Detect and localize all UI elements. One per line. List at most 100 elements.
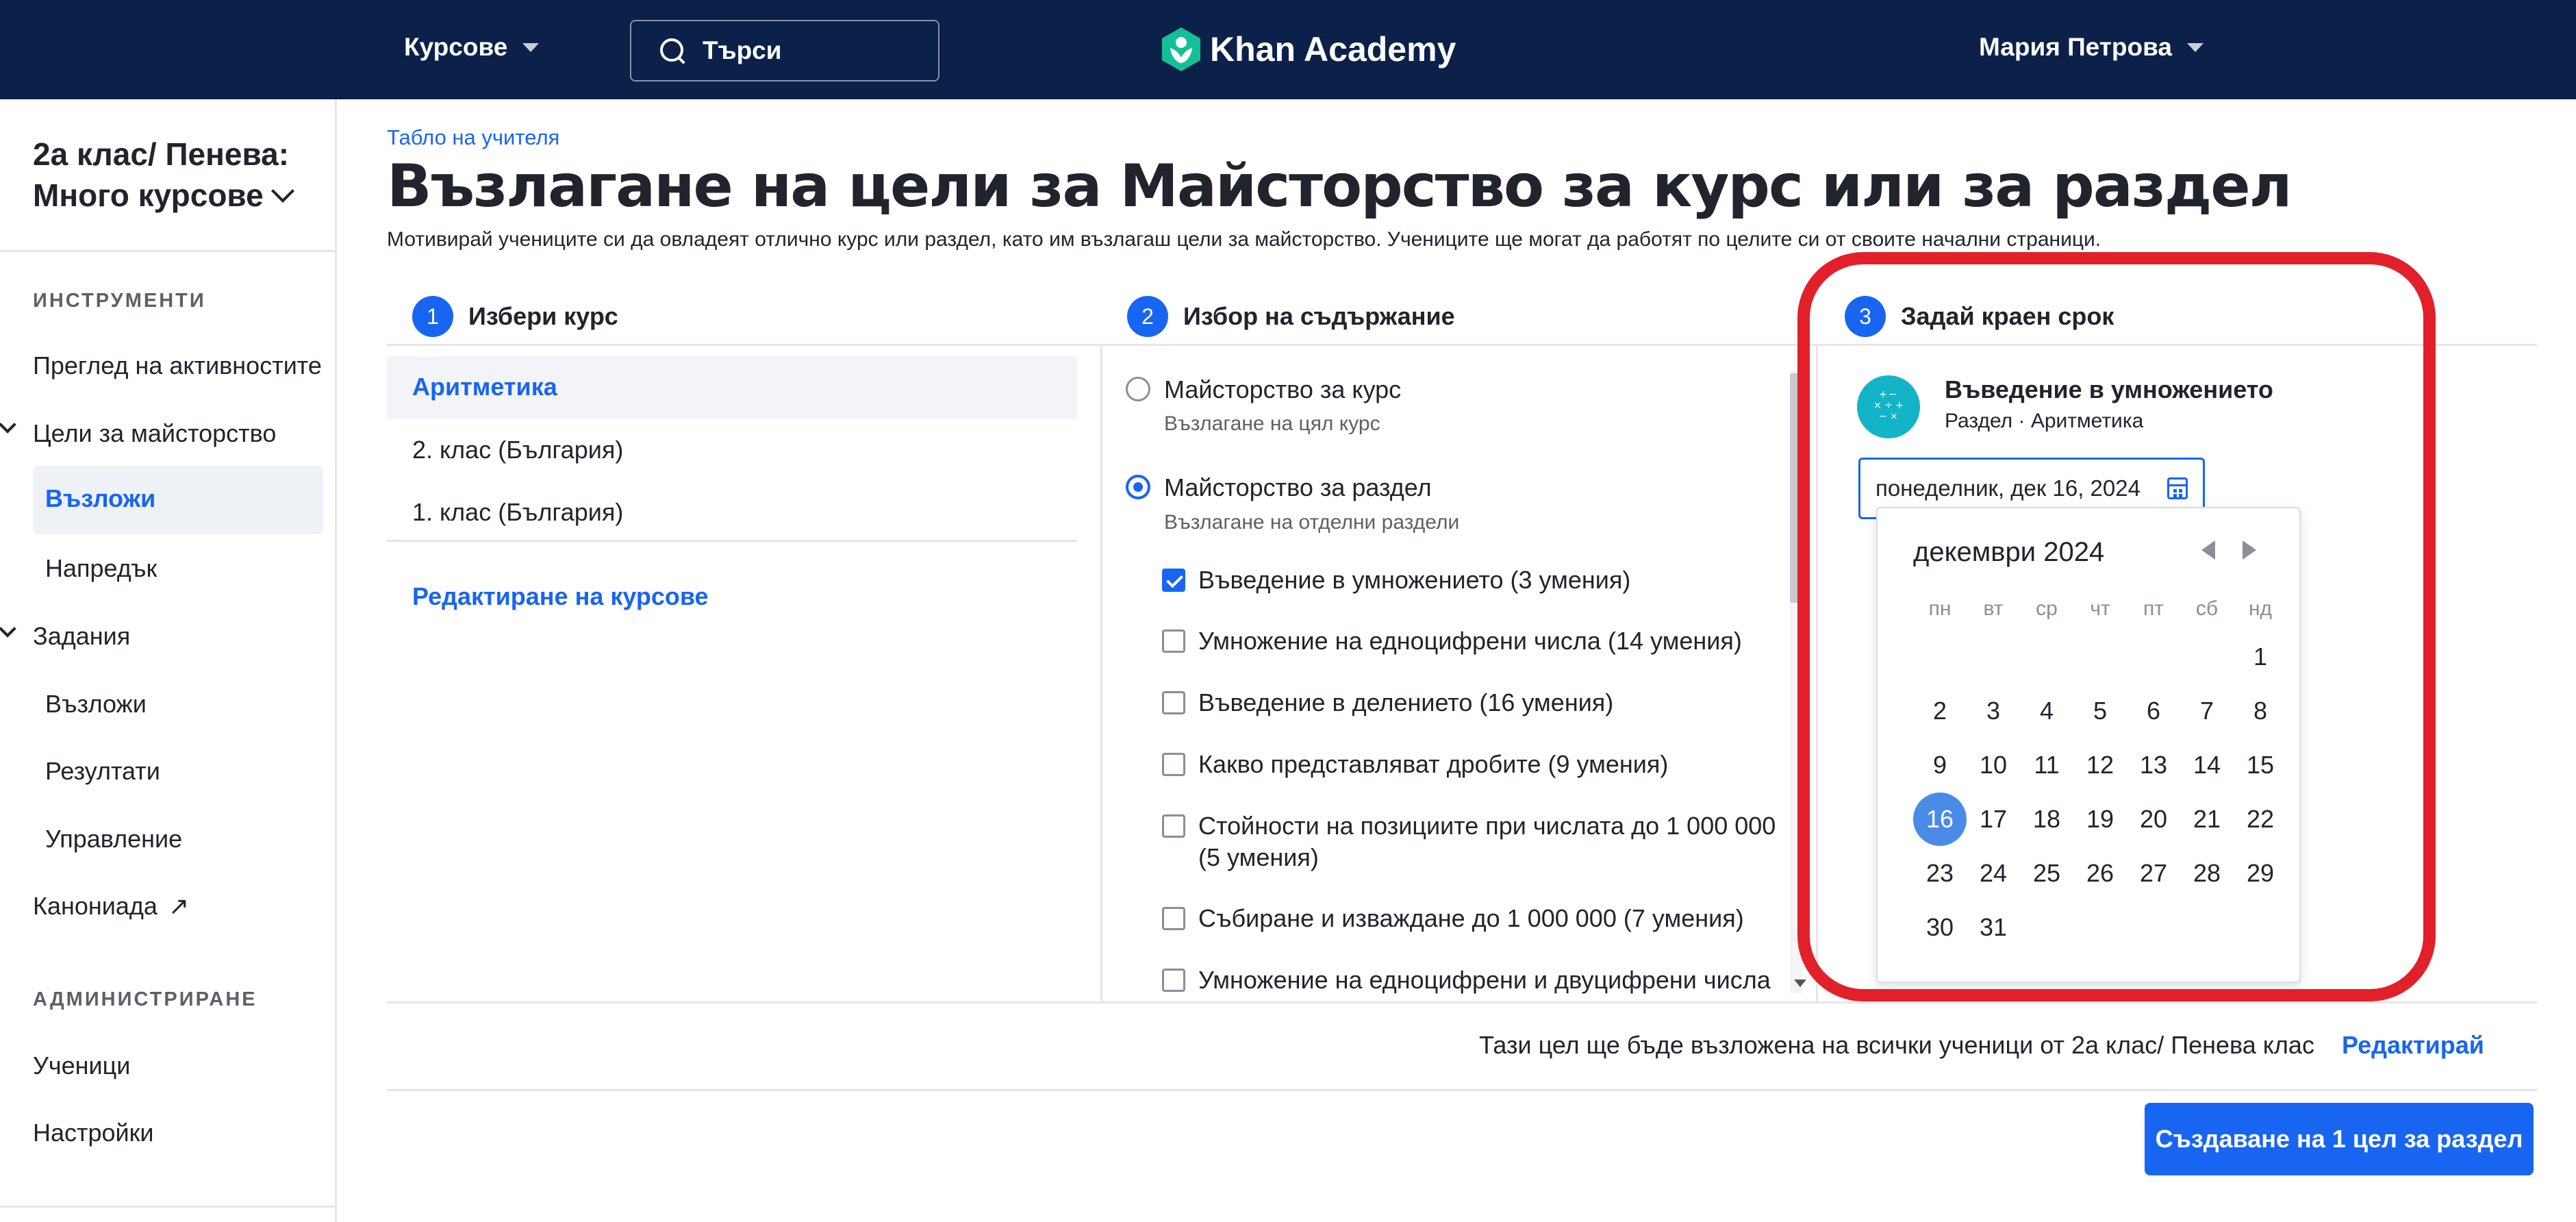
calendar-day[interactable]: 9 [1913,738,1967,792]
step2-header: 2 Избор на съдържание [1127,288,1455,345]
step-number-badge: 3 [1845,296,1886,337]
sidebar-item-settings[interactable]: Настройки [33,1119,154,1147]
unit-checkbox[interactable] [1162,907,1185,930]
calendar-icon[interactable] [2167,477,2188,499]
unit-label: Събиране и изваждане до 1 000 000 (7 уме… [1198,904,1744,932]
weekday-label: вт [1983,597,2004,620]
sidebar-item-students[interactable]: Ученици [33,1051,130,1080]
calendar-day[interactable]: 24 [1967,847,2020,900]
unit-label: Умножение на едноцифрени и двуцифрени чи… [1198,966,1771,994]
search-input[interactable]: Търси [630,20,939,82]
admin-section-heading: АДМИНИСТРИРАНЕ [33,988,257,1010]
khan-academy-logo[interactable]: Khan Academy [1162,27,1456,71]
course-item-arithmetic[interactable]: Аритметика [412,373,557,401]
unit-label: Умножение на едноцифрени числа (14 умени… [1198,627,1742,655]
assignment-note: Тази цел ще бъде възложена на всички уче… [1479,1031,2314,1059]
calendar-day[interactable]: 5 [2073,684,2127,738]
calendar-day[interactable]: 13 [2127,738,2180,792]
calendar-day[interactable]: 3 [1967,684,2020,738]
unit-label: Въведение в умножението (3 умения) [1198,566,1631,594]
course-item-grade-2[interactable]: 2. клас (България) [412,436,623,464]
courses-menu-button[interactable]: Курсове [404,33,540,62]
calendar-day[interactable]: 10 [1967,738,2020,792]
weekday-label: сб [2195,597,2219,620]
calendar-day[interactable]: 6 [2127,684,2180,738]
unit-checkbox[interactable] [1162,814,1185,838]
calendar-day[interactable]: 12 [2073,738,2127,792]
sidebar-item-assignments[interactable]: Задания [33,622,130,651]
calendar-day[interactable]: 2 [1913,684,1967,738]
class-selector[interactable]: 2а клас/ Пенева: Много курсове [33,134,320,216]
unit-checkbox[interactable] [1162,753,1185,776]
user-menu-button[interactable]: Мария Петрова [1979,33,2204,62]
calendar-day[interactable]: 25 [2020,847,2073,900]
calendar-day[interactable]: 20 [2127,793,2180,846]
unit-mastery-radio[interactable] [1126,475,1150,499]
sidebar-item-mastery-assign[interactable]: Възложи [45,484,155,513]
divider [387,344,2537,346]
next-month-arrow-icon[interactable] [2243,540,2256,560]
calendar-day[interactable]: 4 [2020,684,2073,738]
previous-month-arrow-icon[interactable] [2201,540,2215,560]
course-item-grade-1[interactable]: 1. клас (България) [412,498,623,527]
chevron-down-icon[interactable] [0,620,16,638]
calendar-day[interactable]: 1 [2234,630,2287,684]
sidebar-item-mastery-goals[interactable]: Цели за майсторство [33,419,276,448]
svg-text:+: + [1895,400,1904,411]
unit-checkbox[interactable] [1162,969,1185,992]
courses-label: Курсове [404,33,508,61]
breadcrumb[interactable]: Табло на учителя [387,125,559,150]
sidebar-item-results[interactable]: Резултати [45,757,160,786]
sidebar-item-assignments-assign[interactable]: Възложи [45,690,147,719]
calendar-month-label: декември 2024 [1913,537,2105,567]
chevron-down-icon [270,179,294,203]
calendar-day[interactable]: 15 [2234,738,2287,792]
sidebar-item-activity-overview[interactable]: Преглед на активностите [33,351,322,380]
edit-recipients-link[interactable]: Редактирай [2342,1031,2484,1060]
divider [0,1206,335,1208]
weekday-label: пт [2143,597,2164,620]
tools-section-heading: ИНСТРУМЕНТИ [33,290,206,312]
calendar-day[interactable]: 23 [1913,847,1967,900]
unit-checkbox[interactable] [1162,691,1185,714]
calendar-day[interactable]: 30 [1913,901,1967,954]
calendar-day[interactable]: 11 [2020,738,2073,792]
unit-title: Въведение в умножението [1945,375,2273,403]
course-mastery-radio[interactable] [1126,377,1150,401]
divider [1100,345,1102,1003]
calendar-day[interactable]: 8 [2234,684,2287,738]
unit-checkbox[interactable] [1162,629,1185,653]
chevron-down-icon[interactable] [0,416,16,434]
sidebar-item-mastery-progress[interactable]: Напредък [45,554,157,583]
unit-label: Стойности на позициите при числата до 1 … [1198,812,1776,871]
date-picker-popup: декември 2024 пн вт ср чт пт сб нд 1 2 3 4 5 6 7 8 9 10 1… [1876,507,2301,983]
calendar-day[interactable]: 22 [2234,793,2287,846]
calendar-day[interactable]: 31 [1967,901,2020,954]
calendar-day[interactable]: 7 [2180,684,2234,738]
scrollbar-thumb[interactable] [1790,373,1802,603]
divider [1816,345,1818,1003]
sidebar-item-manage[interactable]: Управление [45,825,182,853]
calendar-day-selected[interactable]: 16 [1913,793,1967,846]
calendar-day[interactable]: 21 [2180,793,2234,846]
course-mastery-sub: Възлагане на цял курс [1164,412,1380,435]
unit-checkbox[interactable] [1162,569,1185,592]
scroll-down-arrow-icon[interactable] [1794,980,1806,987]
calendar-day[interactable]: 28 [2180,847,2234,900]
step-number-badge: 1 [412,296,453,337]
calendar-day[interactable]: 19 [2073,793,2127,846]
calendar-day[interactable]: 17 [1967,793,2020,846]
calendar-day[interactable]: 18 [2020,793,2073,846]
divider [387,1001,2537,1003]
divider [0,250,335,252]
calendar-day[interactable]: 27 [2127,847,2180,900]
sidebar-item-kanoniada[interactable]: Канониада ↗ [33,892,189,921]
edit-courses-link[interactable]: Редактиране на курсове [412,582,709,611]
unit-subtitle: Раздел · Аритметика [1945,410,2144,432]
unit-label: Какво представляват дробите (9 умения) [1198,750,1669,778]
calendar-day[interactable]: 14 [2180,738,2234,792]
sidebar: 2а клас/ Пенева: Много курсове ИНСТРУМЕН… [0,99,337,1222]
calendar-day[interactable]: 29 [2234,847,2287,900]
create-goal-button[interactable]: Създаване на 1 цел за раздел [2145,1103,2534,1175]
calendar-day[interactable]: 26 [2073,847,2127,900]
